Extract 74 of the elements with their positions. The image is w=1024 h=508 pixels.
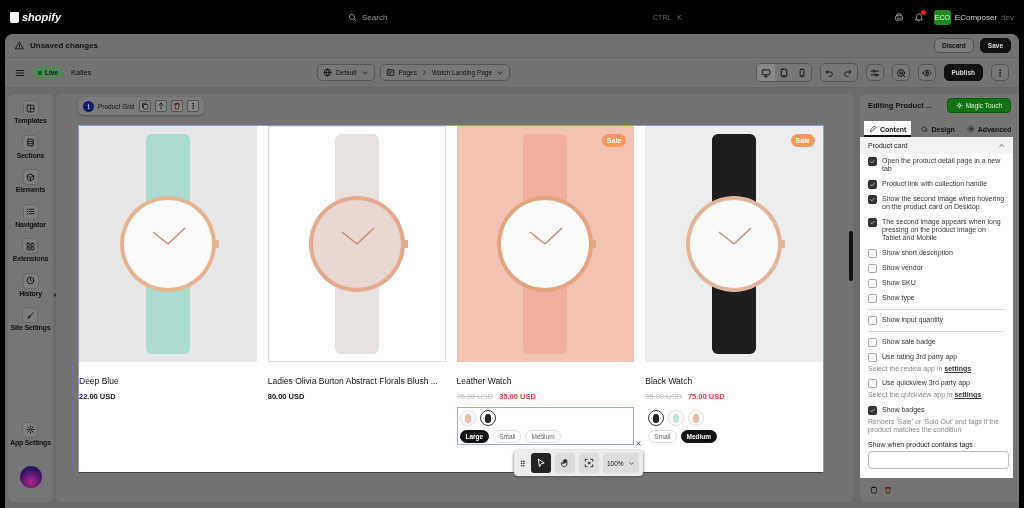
pointer-icon [536, 458, 546, 468]
product-title[interactable]: Ladies Olivia Burton Abstract Florals Blush ... [267, 376, 446, 386]
layout-icon[interactable] [26, 103, 35, 113]
user-avatar[interactable] [19, 466, 42, 488]
shopify-bag-icon [10, 11, 19, 23]
unsaved-title: Unsaved changes [30, 41, 99, 50]
redo-icon[interactable] [843, 68, 852, 77]
focus-icon [584, 458, 594, 468]
clipboard-icon[interactable] [870, 486, 878, 494]
store-name[interactable]: EComposer [954, 12, 998, 22]
tablet-icon[interactable] [778, 67, 789, 78]
bell-icon[interactable] [913, 12, 924, 22]
checkbox[interactable] [868, 194, 877, 204]
brush-icon[interactable] [26, 310, 35, 320]
gear-icon[interactable] [26, 425, 35, 434]
check-icon [869, 158, 876, 165]
preview-icon[interactable] [921, 67, 932, 78]
checkbox[interactable] [868, 405, 877, 415]
scrollbar-thumb [849, 231, 853, 281]
trash-icon[interactable] [172, 102, 181, 110]
trash-icon[interactable] [884, 486, 892, 494]
checkbox[interactable] [868, 379, 877, 389]
drag-handle-icon[interactable] [518, 458, 527, 468]
notification-dot [920, 10, 926, 15]
search-icon [348, 12, 357, 22]
checkbox[interactable] [868, 337, 877, 347]
color-swatch[interactable] [648, 410, 665, 426]
product-title[interactable]: Black Watch [645, 376, 823, 386]
globe-icon [322, 68, 332, 77]
inspect-icon[interactable] [895, 67, 906, 78]
gear-icon [966, 125, 975, 133]
clock-icon[interactable] [26, 276, 35, 285]
caret-icon [627, 459, 635, 467]
close-icon[interactable] [635, 440, 642, 447]
check-icon [869, 406, 876, 414]
tool-button[interactable] [579, 453, 599, 473]
register-icon[interactable] [893, 12, 904, 22]
checkbox[interactable] [868, 352, 877, 362]
cube-icon[interactable] [26, 172, 35, 182]
checkbox[interactable] [868, 179, 877, 189]
checkbox[interactable] [868, 248, 877, 258]
checkbox[interactable] [868, 293, 877, 303]
input-field[interactable] [868, 451, 1009, 470]
paint-bucket-icon [920, 125, 929, 133]
warning-icon [15, 41, 24, 50]
store-suffix: dev [1001, 12, 1014, 22]
desktop-icon[interactable] [760, 67, 771, 78]
checkbox[interactable] [868, 217, 877, 227]
tool-button[interactable] [555, 453, 575, 473]
menu-icon[interactable] [15, 67, 25, 78]
phone-icon[interactable] [796, 67, 807, 78]
sliders-icon[interactable] [869, 67, 880, 78]
undo-icon[interactable] [825, 68, 834, 77]
sections-icon[interactable] [26, 138, 35, 147]
check-icon [869, 218, 876, 226]
collapse-caret-icon [998, 142, 1005, 149]
checkbox[interactable] [868, 157, 877, 166]
checkbox[interactable] [868, 315, 877, 325]
duplicate-icon[interactable] [140, 102, 149, 110]
list-icon[interactable] [26, 207, 35, 216]
sparkle-icon [955, 101, 963, 109]
chevron-icon [420, 69, 428, 76]
hand-icon [560, 458, 570, 468]
pencil-icon [869, 125, 877, 133]
page-icon [385, 68, 395, 77]
brand-logo: shopify [22, 11, 62, 23]
checkbox[interactable] [868, 263, 877, 273]
product-title[interactable]: Leather Watch [456, 376, 635, 386]
move-up-icon[interactable] [156, 102, 165, 110]
checkbox[interactable] [868, 278, 877, 288]
tool-button[interactable] [531, 453, 551, 473]
color-swatch[interactable] [479, 410, 496, 426]
product-title[interactable]: Deep Blue [79, 376, 257, 386]
extensions-icon[interactable] [26, 241, 35, 251]
